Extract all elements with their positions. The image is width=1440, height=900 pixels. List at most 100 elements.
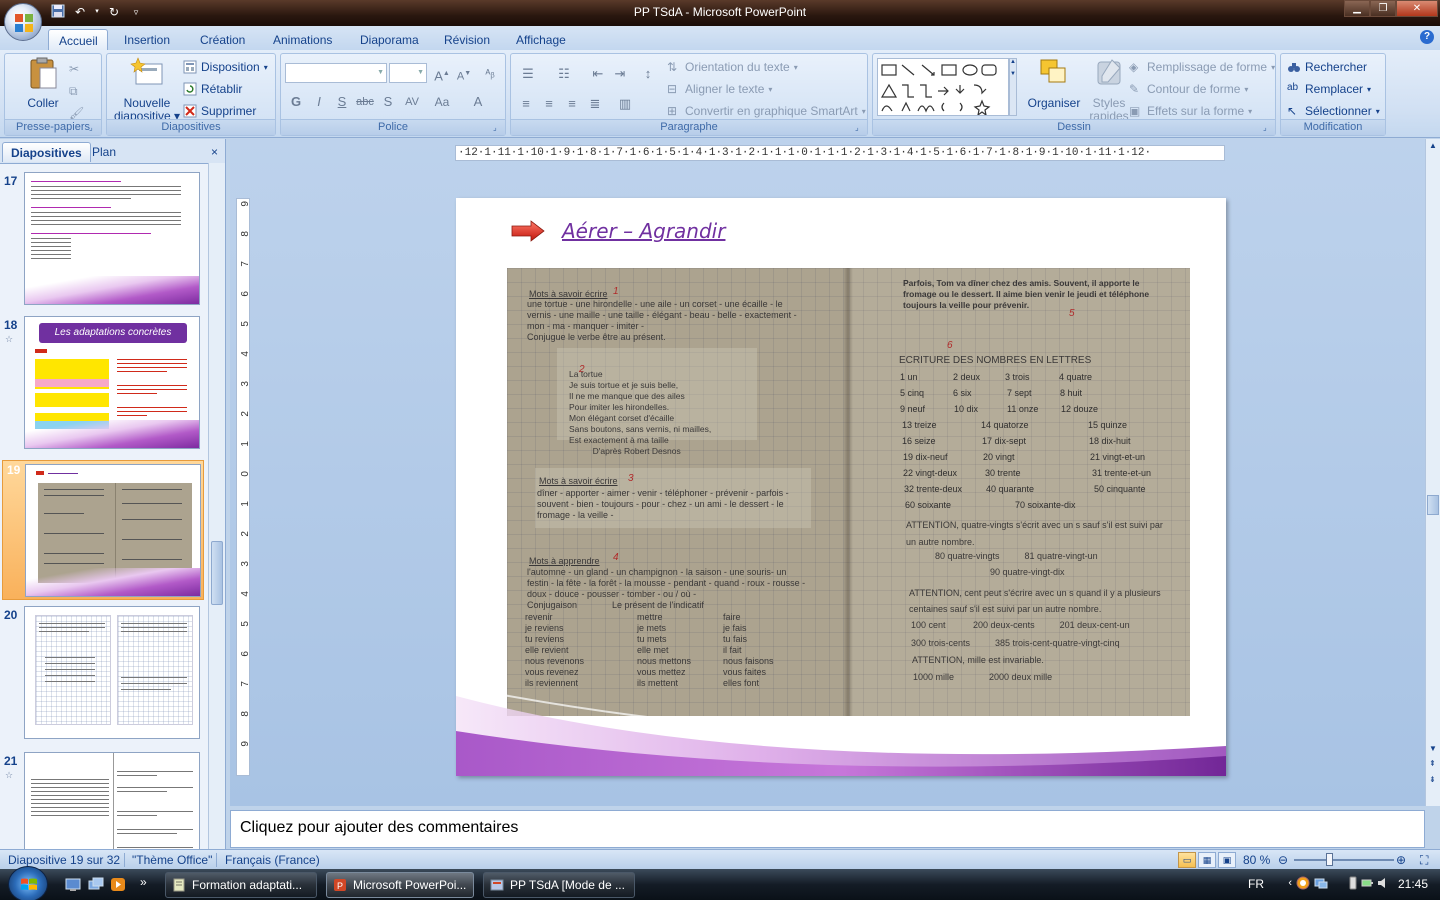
slideshow-icon[interactable]: ▣: [1218, 852, 1236, 868]
previous-slide-icon[interactable]: ⇞: [1429, 759, 1436, 768]
slide-thumb-19[interactable]: 19: [2, 460, 204, 600]
language-bar[interactable]: FR: [1248, 877, 1264, 891]
zoom-in-icon[interactable]: ⊕: [1396, 853, 1406, 867]
minimize-button[interactable]: ▁: [1344, 0, 1370, 17]
change-case-icon[interactable]: Aa: [431, 92, 453, 112]
paste-button[interactable]: Coller: [23, 56, 63, 110]
help-icon[interactable]: ?: [1420, 30, 1434, 44]
editor-scrollbar[interactable]: ▲ ▼ ⇞ ⇟: [1425, 139, 1440, 806]
decrease-indent-icon[interactable]: ⇤: [587, 64, 609, 84]
cut-icon[interactable]: ✂: [69, 60, 79, 78]
align-left-icon[interactable]: ≡: [515, 94, 537, 114]
scrollbar-thumb[interactable]: [211, 541, 223, 605]
reset-button[interactable]: Rétablir: [183, 80, 242, 98]
scroll-down-icon[interactable]: ▼: [1429, 744, 1437, 753]
columns-icon[interactable]: ▥: [611, 94, 639, 114]
copy-icon[interactable]: ⧉: [69, 82, 78, 100]
tab-animations[interactable]: Animations: [263, 29, 342, 50]
align-text-button[interactable]: ⊟ Aligner le texte ▾: [667, 80, 772, 98]
dialog-launcher-icon[interactable]: ⌟: [855, 123, 865, 133]
thumbnails-scrollbar[interactable]: [208, 163, 225, 849]
italic-icon[interactable]: I: [308, 92, 330, 112]
new-slide-button[interactable]: Nouvelle diapositive ▾: [113, 56, 181, 123]
slide-thumb-18[interactable]: 18 ☆ Les adaptations concrètes: [0, 316, 206, 452]
tab-revision[interactable]: Révision: [434, 29, 500, 50]
tab-affichage[interactable]: Affichage: [506, 29, 576, 50]
power-tray-icon[interactable]: [1360, 876, 1374, 893]
theme-name[interactable]: "Thème Office": [132, 853, 212, 867]
taskbar-item-powerpoint[interactable]: P Microsoft PowerPoi...: [326, 872, 474, 898]
replace-button[interactable]: ab Remplacer ▾: [1287, 80, 1371, 98]
dialog-launcher-icon[interactable]: ⌟: [493, 123, 503, 133]
zoom-slider[interactable]: [1294, 853, 1394, 866]
shapes-gallery[interactable]: [877, 58, 1009, 117]
shapes-scroll[interactable]: ▲ ▼: [1009, 58, 1017, 116]
line-spacing-icon[interactable]: ↕: [635, 64, 661, 84]
font-size-combo[interactable]: ▼: [389, 63, 427, 83]
tray-expand-icon[interactable]: ‹: [1288, 877, 1292, 889]
tab-diaporama[interactable]: Diaporama: [350, 29, 429, 50]
shape-fill-button[interactable]: ◈ Remplissage de forme ▾: [1129, 58, 1275, 76]
taskbar-item-word[interactable]: Formation adaptati...: [165, 872, 317, 898]
align-center-icon[interactable]: ≡: [538, 94, 560, 114]
shape-outline-button[interactable]: ✎ Contour de forme ▾: [1129, 80, 1248, 98]
delete-slide-button[interactable]: Supprimer: [183, 102, 256, 120]
clock[interactable]: 21:45: [1398, 877, 1428, 891]
justify-icon[interactable]: ≣: [584, 94, 606, 114]
normal-view-icon[interactable]: ▭: [1178, 852, 1196, 868]
tab-accueil[interactable]: Accueil: [48, 29, 108, 50]
smartart-button[interactable]: ⊞ Convertir en graphique SmartArt ▾: [667, 102, 866, 120]
font-family-combo[interactable]: ▼: [285, 63, 387, 83]
slide-sorter-icon[interactable]: ▦: [1198, 852, 1216, 868]
tab-slides[interactable]: Diapositives: [2, 142, 91, 162]
network-tray-icon[interactable]: [1314, 876, 1328, 893]
close-button[interactable]: ✕: [1396, 0, 1438, 17]
volume-tray-icon[interactable]: [1376, 876, 1390, 893]
numbering-icon[interactable]: ☷: [551, 64, 577, 84]
slide-thumb-21[interactable]: 21 ☆: [0, 752, 206, 849]
dialog-launcher-icon[interactable]: ⌟: [89, 123, 99, 133]
next-slide-icon[interactable]: ⇟: [1429, 775, 1436, 784]
strikethrough-icon[interactable]: abc: [354, 92, 376, 112]
layout-button[interactable]: Disposition ▾: [183, 58, 268, 76]
media-player-icon[interactable]: [110, 877, 126, 892]
maximize-button[interactable]: ❐: [1370, 0, 1396, 17]
zoom-slider-knob[interactable]: [1326, 853, 1333, 866]
increase-indent-icon[interactable]: ⇥: [609, 64, 631, 84]
bullets-icon[interactable]: ☰: [515, 64, 541, 84]
scrollbar-thumb[interactable]: [1427, 495, 1439, 515]
current-slide[interactable]: Aérer – Agrandir Mots à savoir écrire 1 …: [456, 198, 1226, 776]
char-spacing-icon[interactable]: AV: [401, 92, 423, 112]
show-desktop-icon[interactable]: [65, 877, 81, 892]
fit-to-window-icon[interactable]: ⛶: [1420, 853, 1428, 868]
underline-icon[interactable]: S: [331, 92, 353, 112]
bold-icon[interactable]: G: [285, 92, 307, 112]
shadow-icon[interactable]: S: [377, 92, 399, 112]
tab-creation[interactable]: Création: [190, 29, 255, 50]
start-button[interactable]: [8, 866, 48, 900]
language-indicator[interactable]: Français (France): [225, 853, 320, 867]
device-tray-icon[interactable]: [1346, 876, 1360, 893]
slide-thumb-20[interactable]: 20: [0, 606, 206, 742]
clear-format-icon[interactable]: ᴬᵦ: [479, 64, 501, 84]
slide-thumb-17[interactable]: 17: [0, 172, 206, 308]
find-button[interactable]: Rechercher: [1287, 58, 1367, 76]
grow-font-icon[interactable]: A▲: [431, 64, 453, 84]
tab-outline[interactable]: Plan: [84, 142, 124, 162]
slide-title[interactable]: Aérer – Agrandir: [562, 219, 725, 243]
align-right-icon[interactable]: ≡: [561, 94, 583, 114]
text-direction-button[interactable]: ⇅ Orientation du texte ▾: [667, 58, 798, 76]
zoom-level[interactable]: 80 %: [1243, 853, 1270, 867]
font-color-icon[interactable]: A: [467, 92, 489, 112]
notes-pane[interactable]: Cliquez pour ajouter des commentaires: [230, 810, 1425, 848]
office-button[interactable]: [4, 3, 42, 41]
scroll-up-icon[interactable]: ▲: [1429, 141, 1437, 150]
taskbar-item-presentation[interactable]: PP TSdA [Mode de ...: [483, 872, 635, 898]
shrink-font-icon[interactable]: A▼: [453, 64, 475, 84]
close-panel-icon[interactable]: ×: [211, 145, 218, 159]
select-button[interactable]: ↖ Sélectionner ▾: [1287, 102, 1380, 120]
zoom-out-icon[interactable]: ⊖: [1278, 853, 1288, 867]
arrange-button[interactable]: Organiser: [1027, 56, 1081, 110]
shape-effects-button[interactable]: ▣ Effets sur la forme ▾: [1129, 102, 1252, 120]
dialog-launcher-icon[interactable]: ⌟: [1263, 123, 1273, 133]
